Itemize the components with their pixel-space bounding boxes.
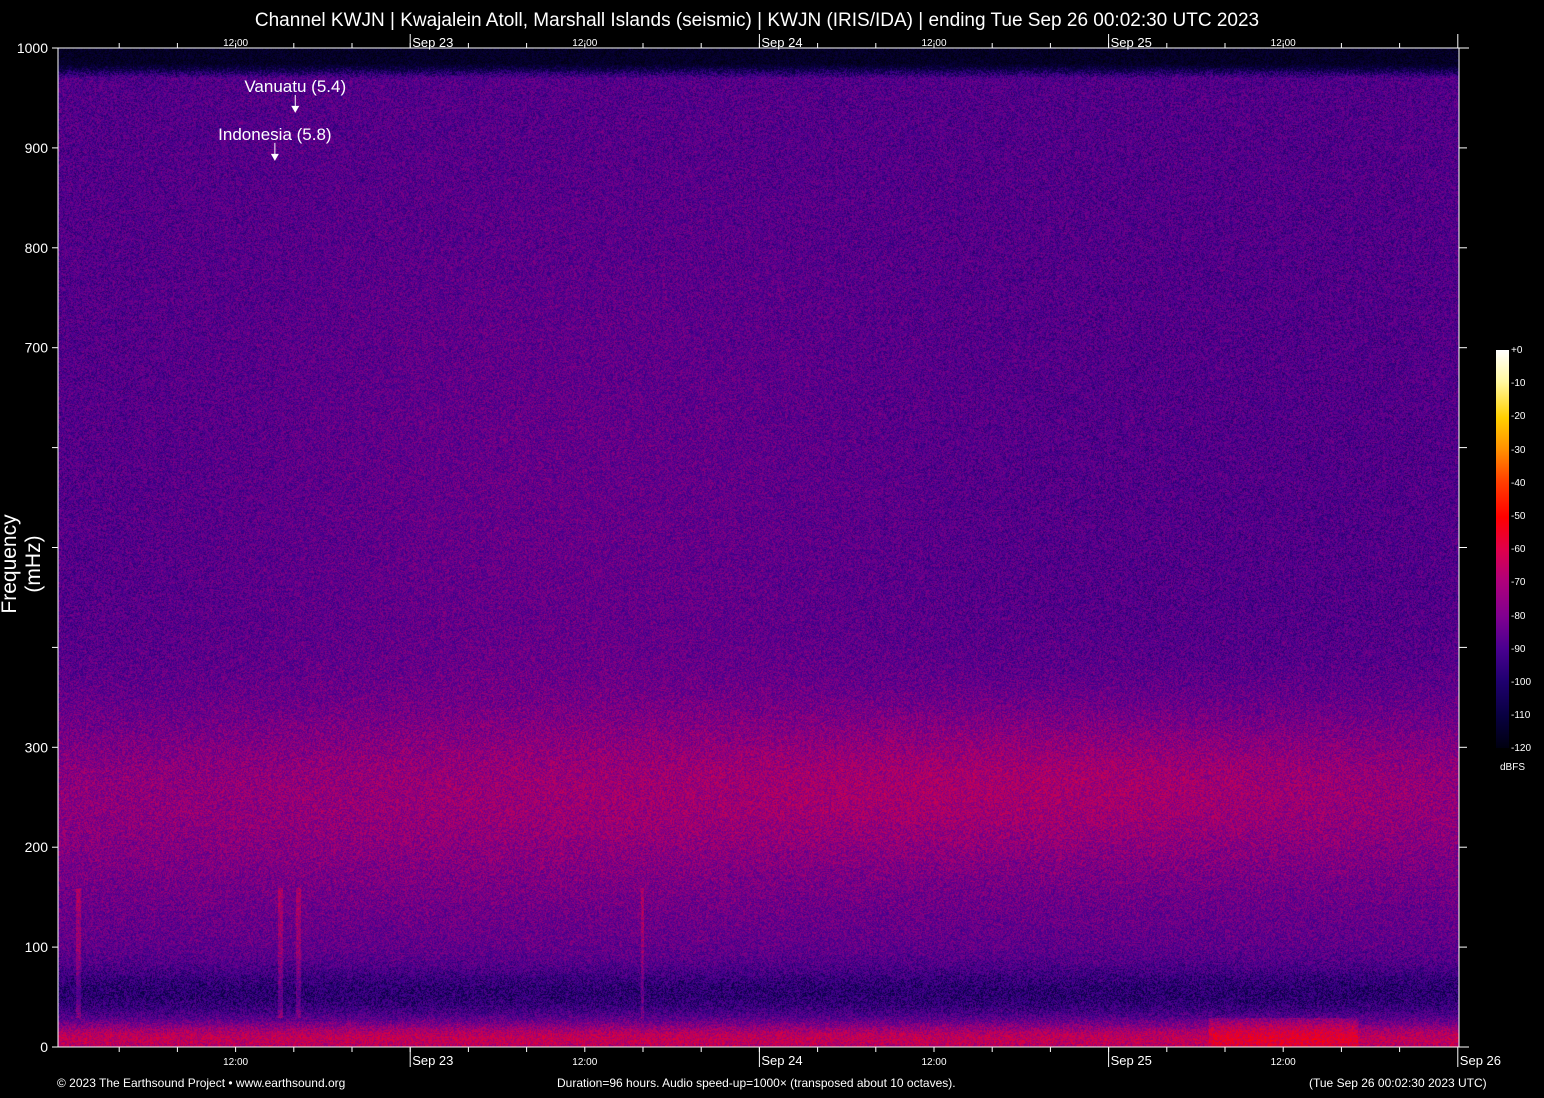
colorbar-tick-label: -40 (1511, 478, 1525, 489)
colorbar-tick-label: -50 (1511, 511, 1525, 522)
y-tick-label: 900 (25, 140, 49, 156)
annotation-arrow-icon (291, 106, 299, 113)
colorbar-tick-label: -120 (1511, 743, 1531, 754)
colorbar-tick-label: -100 (1511, 677, 1531, 688)
x-tick-label: 12:00 (921, 1057, 946, 1068)
colorbar-tick-label: -30 (1511, 445, 1525, 456)
y-tick-label: 0 (40, 1039, 48, 1055)
x-tick-label-top: 12:00 (1271, 38, 1296, 49)
x-tick-label-top: 12:00 (572, 38, 597, 49)
colorbar-tick-label: +0 (1511, 345, 1522, 356)
x-tick-label: Sep 24 (761, 1053, 802, 1068)
colorbar-tick-label: -20 (1511, 411, 1525, 422)
colorbar-tick-label: -70 (1511, 577, 1525, 588)
footer-info: Duration=96 hours. Audio speed-up=1000× … (557, 1076, 956, 1090)
y-tick-label: 200 (25, 839, 49, 855)
colorbar-tick-label: -80 (1511, 611, 1525, 622)
x-tick-label: 12:00 (223, 1057, 248, 1068)
colorbar-tick-label: -10 (1511, 378, 1525, 389)
axes: 0 100 200 300 700 800 900 1000 12:00 12:00 Sep 23 S… (0, 0, 1544, 1098)
x-tick-label-top: 12:00 (921, 38, 946, 49)
x-tick-label: Sep 25 (1111, 1053, 1152, 1068)
colorbar (1496, 350, 1509, 748)
colorbar-tick-label: -110 (1511, 710, 1530, 721)
colorbar-tick-label: -90 (1511, 644, 1525, 655)
x-tick-label-top: Sep 24 (761, 35, 802, 50)
footer-copyright: © 2023 The Earthsound Project • www.eart… (57, 1076, 345, 1090)
footer-end-time: (Tue Sep 26 00:02:30 2023 UTC) (1309, 1076, 1487, 1090)
y-tick-label: 1000 (17, 40, 48, 56)
event-annotation-label: Vanuatu (5.4) (244, 77, 346, 96)
event-annotation-label: Indonesia (5.8) (218, 125, 331, 144)
colorbar-tick-label: -60 (1511, 544, 1525, 555)
y-axis-label: Frequency (mHz) (0, 484, 46, 644)
y-tick-label: 100 (25, 939, 49, 955)
y-tick-label: 300 (25, 739, 49, 755)
colorbar-label: dBFS (1500, 762, 1525, 773)
annotation-arrow-icon (271, 154, 279, 161)
x-tick-label: Sep 23 (412, 1053, 453, 1068)
y-tick-label: 700 (25, 340, 49, 356)
x-tick-label: 12:00 (572, 1057, 597, 1068)
y-tick-label: 800 (25, 240, 49, 256)
x-tick-label: 12:00 (1271, 1057, 1296, 1068)
x-tick-label-top: Sep 23 (412, 35, 453, 50)
x-tick-label-top: 12:00 (223, 38, 248, 49)
x-tick-label-top: Sep 25 (1111, 35, 1152, 50)
x-tick-label: Sep 26 (1460, 1053, 1501, 1068)
